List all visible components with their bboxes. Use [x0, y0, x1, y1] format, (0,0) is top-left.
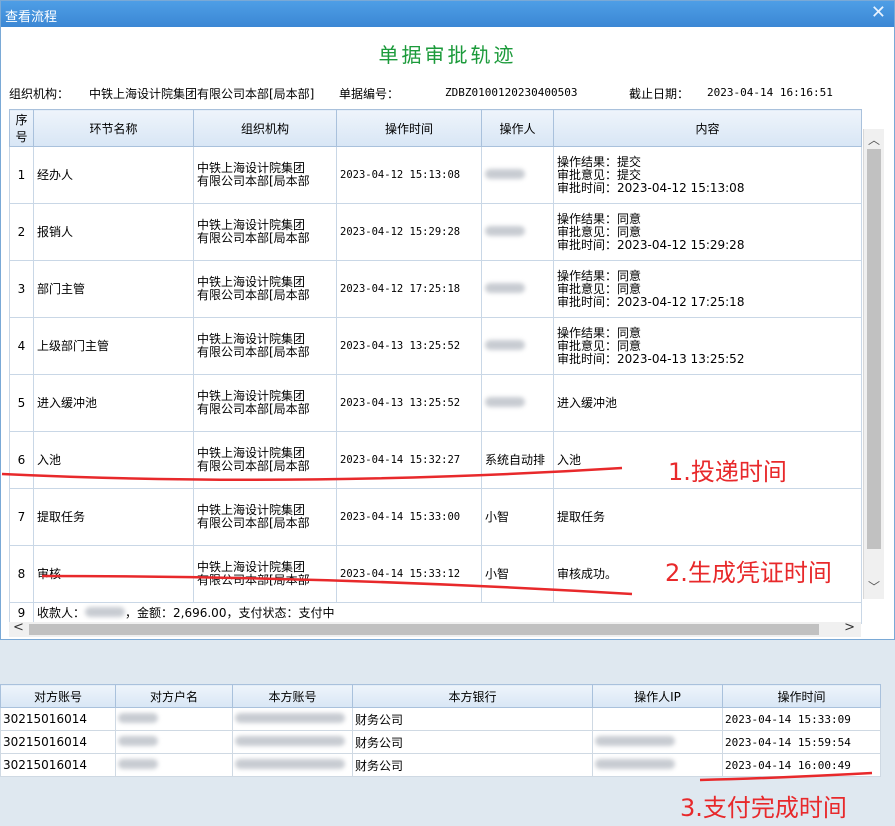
- annotation-marks: [1, 466, 873, 782]
- annotation-payment-time: 3.支付完成时间: [680, 794, 847, 822]
- annotation-voucher-time: 2.生成凭证时间: [665, 559, 832, 587]
- annotation-delivery-time: 1.投递时间: [668, 458, 787, 486]
- underline-mark-3: [699, 771, 873, 782]
- underline-mark-1: [1, 466, 623, 482]
- underline-mark-2: [41, 574, 633, 596]
